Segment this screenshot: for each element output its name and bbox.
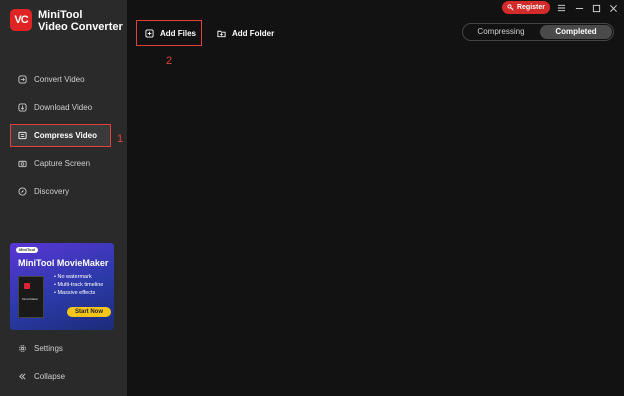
add-folder-icon — [217, 29, 226, 38]
download-icon — [18, 102, 27, 112]
convert-icon — [18, 74, 27, 84]
compass-icon — [18, 186, 27, 196]
promo-feature: No watermark — [54, 273, 103, 281]
camera-icon — [18, 159, 27, 168]
collapse-label: Collapse — [34, 371, 66, 381]
register-label: Register — [516, 4, 545, 11]
gear-icon — [18, 344, 27, 353]
product-box-label: MovieMaker — [22, 297, 39, 301]
sidebar-item-label: Convert Video — [34, 74, 85, 84]
tab-completed[interactable]: Completed — [540, 25, 612, 39]
settings-label: Settings — [34, 343, 63, 353]
highlight-add-files — [136, 20, 202, 46]
promo-banner[interactable]: MiniTool MiniTool MovieMaker MovieMaker … — [10, 243, 114, 330]
key-icon — [507, 4, 514, 11]
minimize-icon[interactable] — [573, 2, 585, 14]
promo-feature-list: No watermark Multi-track timeline Massiv… — [54, 273, 103, 297]
sidebar-item-convert-video[interactable]: Convert Video — [10, 68, 111, 90]
tab-compressing[interactable]: Compressing — [463, 24, 539, 40]
sidebar-item-label: Capture Screen — [34, 158, 91, 168]
close-icon[interactable] — [607, 2, 619, 14]
status-tabs: Compressing Completed — [462, 23, 614, 41]
app-name-line2: Video Converter — [38, 21, 123, 33]
start-now-button[interactable]: Start Now — [67, 307, 111, 317]
settings-button[interactable]: Settings — [10, 337, 111, 359]
double-chevron-left-icon — [18, 372, 27, 381]
sidebar: VC MiniTool Video Converter Convert Vide… — [0, 0, 127, 396]
register-button[interactable]: Register — [502, 1, 550, 14]
product-box-image: MovieMaker — [18, 276, 44, 318]
promo-title: MiniTool MovieMaker — [18, 258, 109, 268]
menu-icon[interactable] — [555, 2, 567, 14]
sidebar-item-capture-screen[interactable]: Capture Screen — [10, 152, 111, 174]
app-name-line1: MiniTool — [38, 9, 83, 21]
sidebar-item-discovery[interactable]: Discovery — [10, 180, 111, 202]
app-logo: VC — [10, 9, 32, 31]
add-folder-button[interactable]: Add Folder — [217, 25, 274, 41]
sidebar-item-label: Discovery — [34, 186, 70, 196]
sidebar-item-label: Download Video — [34, 102, 93, 112]
promo-feature: Massive effects — [54, 289, 103, 297]
add-folder-label: Add Folder — [232, 28, 275, 38]
product-logo-icon — [24, 283, 30, 289]
highlight-compress-video — [10, 124, 111, 147]
promo-badge: MiniTool — [16, 247, 39, 253]
annotation-step-1: 1 — [117, 133, 124, 145]
logo-text: VC — [14, 14, 28, 26]
file-list-area[interactable] — [127, 48, 624, 396]
collapse-button[interactable]: Collapse — [10, 365, 111, 387]
app-name: MiniTool Video Converter — [38, 9, 123, 33]
maximize-icon[interactable] — [590, 2, 602, 14]
promo-feature: Multi-track timeline — [54, 281, 103, 289]
sidebar-item-download-video[interactable]: Download Video — [10, 96, 111, 118]
